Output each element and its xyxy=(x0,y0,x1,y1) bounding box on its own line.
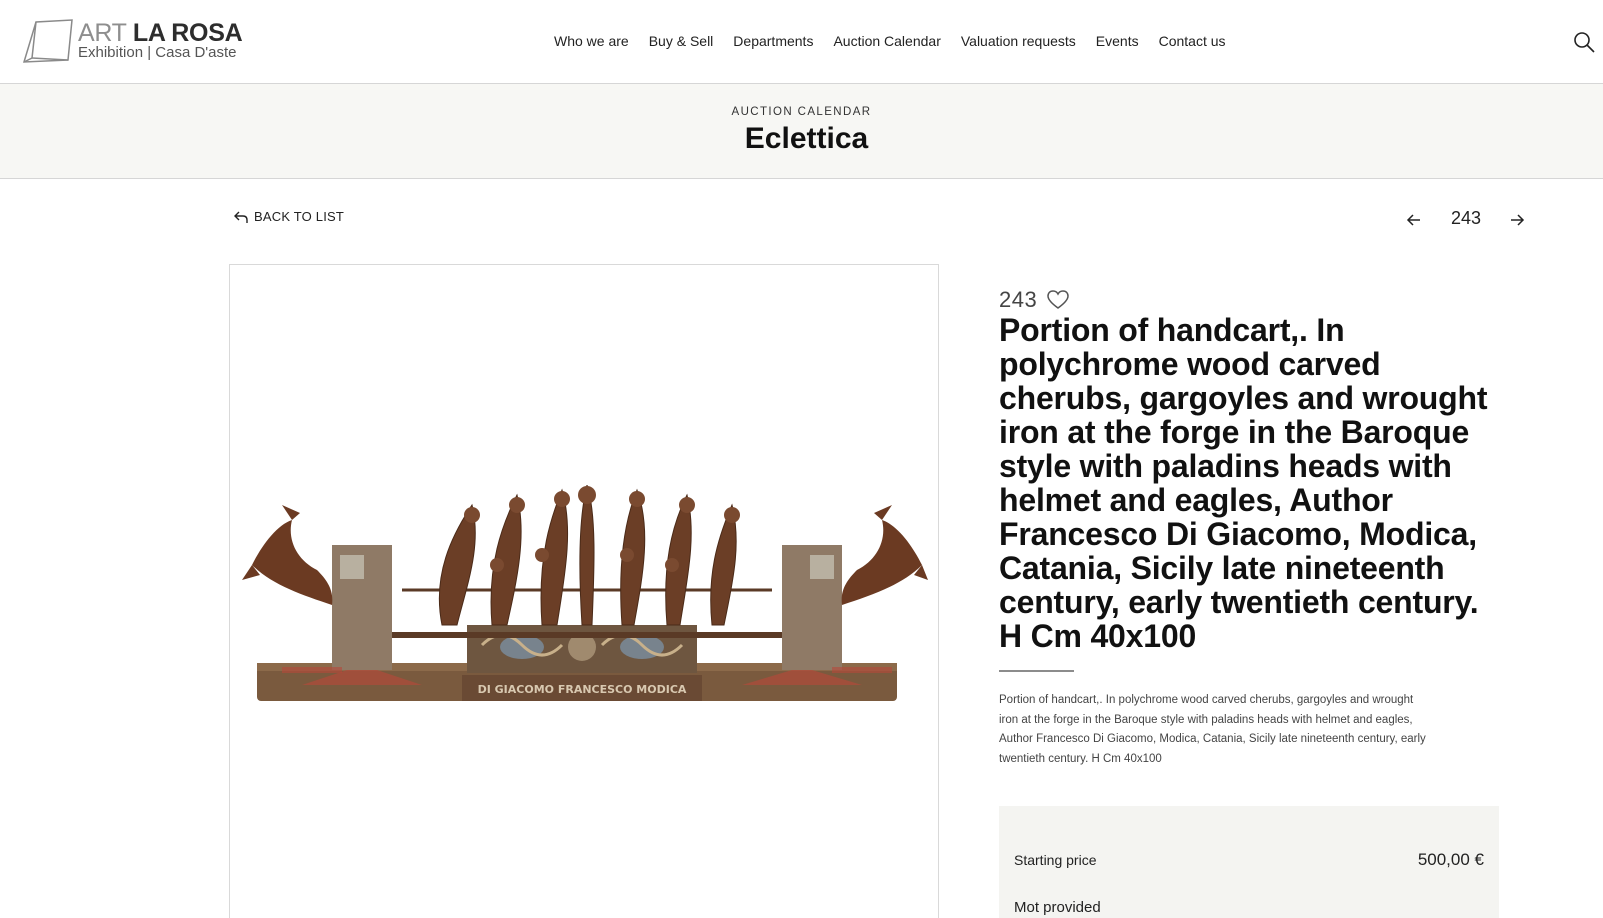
brand-name: ART LA ROSA xyxy=(78,19,243,47)
site-header: ART LA ROSA Exhibition | Casa D'aste Who… xyxy=(0,0,1603,84)
main-nav: Who we are Buy & Sell Departments Auctio… xyxy=(554,30,1226,52)
back-to-list-link[interactable]: BACK TO LIST xyxy=(233,209,344,224)
next-lot-icon[interactable] xyxy=(1508,211,1526,229)
title-divider xyxy=(999,670,1074,672)
nav-auction-calendar[interactable]: Auction Calendar xyxy=(833,33,940,49)
lot-number: 243 xyxy=(999,287,1038,312)
artwork-inscription: DI GIACOMO FRANCESCO MODICA xyxy=(478,683,687,696)
nav-valuation-requests[interactable]: Valuation requests xyxy=(961,33,1076,49)
nav-events[interactable]: Events xyxy=(1096,33,1139,49)
estimate-label: Mot provided xyxy=(1014,899,1101,916)
nav-buy-sell[interactable]: Buy & Sell xyxy=(649,33,714,49)
lot-pager: 243 xyxy=(1405,205,1525,235)
brand-tagline: Exhibition | Casa D'aste xyxy=(78,44,237,61)
nav-contact-us[interactable]: Contact us xyxy=(1159,33,1226,49)
lot-description: Portion of handcart,. In polychrome wood… xyxy=(999,694,1426,765)
starting-price-value: 500,00 € xyxy=(1417,850,1484,869)
starting-price-label: Starting price xyxy=(1014,852,1097,868)
lot-title: Portion of handcart,. In polychrome wood… xyxy=(999,312,1488,654)
heart-icon[interactable] xyxy=(1047,290,1069,310)
lot-number-row: 243 xyxy=(999,287,1069,313)
search-icon[interactable] xyxy=(1572,30,1596,54)
pager-lot-number: 243 xyxy=(1450,208,1482,228)
brand-logo[interactable]: ART LA ROSA Exhibition | Casa D'aste xyxy=(22,18,243,66)
lot-image-panel[interactable]: DI GIACOMO FRANCESCO MODICA xyxy=(229,264,939,918)
back-arrow-icon xyxy=(234,211,248,223)
nav-who-we-are[interactable]: Who we are xyxy=(554,33,629,49)
auction-banner: AUCTION CALENDAR Eclettica xyxy=(0,84,1603,179)
previous-lot-icon[interactable] xyxy=(1405,211,1423,229)
banner-kicker: AUCTION CALENDAR xyxy=(731,106,872,118)
price-box: Starting price 500,00 € Mot provided xyxy=(999,806,1499,918)
auction-title: Eclettica xyxy=(744,122,869,155)
nav-departments[interactable]: Departments xyxy=(733,33,813,49)
logo-mark-icon xyxy=(22,19,73,63)
back-to-list-label: BACK TO LIST xyxy=(254,209,345,224)
lot-artwork-image[interactable]: DI GIACOMO FRANCESCO MODICA xyxy=(242,485,928,745)
